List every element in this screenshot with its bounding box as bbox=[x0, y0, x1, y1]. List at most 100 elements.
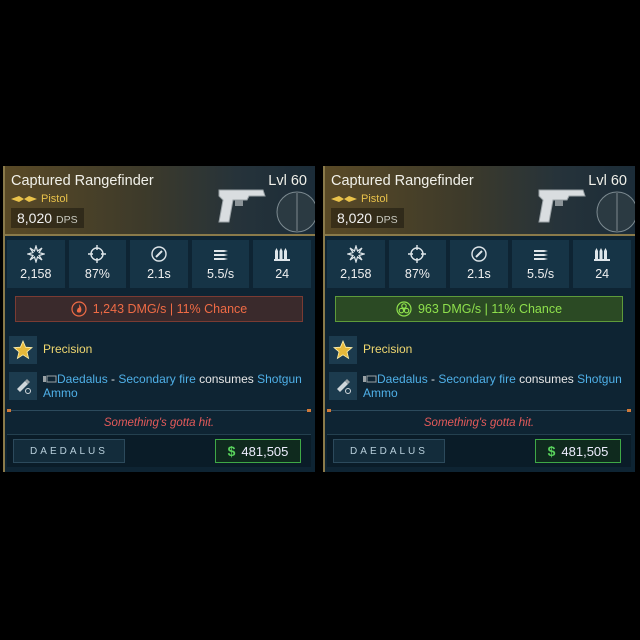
ability-keyword: Secondary fire bbox=[118, 372, 196, 386]
ability-dash: - bbox=[107, 372, 119, 386]
price-tag: $ 481,505 bbox=[535, 439, 621, 463]
manufacturer-glyph-icon bbox=[363, 375, 377, 383]
stat-damage-value: 2,158 bbox=[340, 267, 372, 281]
weapon-type: Pistol bbox=[41, 193, 68, 205]
dps-box: 8,020 DPS bbox=[11, 208, 84, 228]
dps-unit: DPS bbox=[376, 214, 398, 226]
stat-magazine: 24 bbox=[253, 240, 311, 288]
ability-source: Daedalus bbox=[57, 372, 108, 386]
stats-row: 2,158 87% 2.1s 5.5/s 24 bbox=[7, 240, 311, 288]
weapon-name: Captured Rangefinder bbox=[331, 173, 474, 189]
stat-reload: 2.1s bbox=[130, 240, 188, 288]
rarity-row: Pistol bbox=[331, 193, 388, 205]
dps-value: 8,020 bbox=[17, 210, 53, 226]
card-header: Captured Rangefinder Lvl 60 Pistol 8,020… bbox=[323, 166, 635, 236]
card-footer: DAEDALUS $ 481,505 bbox=[7, 434, 311, 467]
stat-fire-rate-value: 5.5/s bbox=[207, 267, 235, 281]
stat-fire-rate-value: 5.5/s bbox=[527, 267, 555, 281]
ability-description: Daedalus - Secondary fire consumes Shotg… bbox=[43, 372, 311, 400]
price-value: 481,505 bbox=[561, 443, 609, 459]
fire-icon bbox=[71, 301, 87, 317]
bullets-icon bbox=[213, 250, 228, 260]
manufacturer-name: DAEDALUS bbox=[350, 445, 428, 457]
stat-magazine-value: 24 bbox=[275, 267, 290, 281]
stat-accuracy: 87% bbox=[68, 240, 127, 288]
damage-burst-icon bbox=[346, 245, 365, 263]
stat-reload-value: 2.1s bbox=[467, 267, 491, 281]
ability-description: Daedalus - Secondary fire consumes Shotg… bbox=[363, 372, 631, 400]
element-bar-corrosive: 963 DMG/s | 11% Chance bbox=[335, 296, 623, 322]
perk-precision[interactable]: Precision bbox=[327, 334, 631, 366]
star-badge-icon bbox=[9, 336, 37, 364]
divider bbox=[7, 409, 311, 412]
bullets-icon bbox=[533, 250, 548, 260]
divider-tick bbox=[327, 409, 331, 412]
flavor-text: Something's gotta hit. bbox=[103, 417, 215, 429]
shotgun-shell-icon bbox=[329, 372, 357, 400]
ability-middle: consumes bbox=[195, 372, 258, 386]
stat-accuracy: 87% bbox=[388, 240, 447, 288]
manufacturer-logo: DAEDALUS bbox=[13, 439, 125, 463]
card-footer: DAEDALUS $ 481,505 bbox=[327, 434, 631, 467]
crosshair-icon bbox=[88, 245, 107, 263]
ability-source: Daedalus bbox=[377, 372, 428, 386]
stat-damage-value: 2,158 bbox=[20, 267, 52, 281]
dps-unit: DPS bbox=[56, 214, 78, 226]
stat-fire-rate: 5.5/s bbox=[191, 240, 250, 288]
price-tag: $ 481,505 bbox=[215, 439, 301, 463]
divider-tick bbox=[307, 409, 311, 412]
ability-dash: - bbox=[427, 372, 439, 386]
currency-symbol: $ bbox=[547, 443, 556, 459]
manufacturer-logo: DAEDALUS bbox=[333, 439, 445, 463]
perk-name: Precision bbox=[43, 342, 93, 356]
currency-symbol: $ bbox=[227, 443, 236, 459]
stat-magazine: 24 bbox=[573, 240, 631, 288]
flavor-text: Something's gotta hit. bbox=[423, 417, 535, 429]
weapon-name: Captured Rangefinder bbox=[11, 173, 154, 189]
stat-fire-rate: 5.5/s bbox=[511, 240, 570, 288]
perk-ability[interactable]: Daedalus - Secondary fire consumes Shotg… bbox=[7, 370, 311, 406]
pistol-art-icon bbox=[218, 189, 315, 233]
stat-reload-value: 2.1s bbox=[147, 267, 171, 281]
reload-icon bbox=[471, 246, 487, 262]
element-bar-fire: 1,243 DMG/s | 11% Chance bbox=[15, 296, 303, 322]
stat-damage: 2,158 bbox=[327, 240, 385, 288]
damage-burst-icon bbox=[26, 245, 45, 263]
star-badge-icon bbox=[329, 336, 357, 364]
ability-middle: consumes bbox=[515, 372, 578, 386]
crosshair-icon bbox=[408, 245, 427, 263]
reload-icon bbox=[151, 246, 167, 262]
divider bbox=[327, 409, 631, 412]
magazine-icon bbox=[274, 248, 291, 261]
stat-magazine-value: 24 bbox=[595, 267, 610, 281]
weapon-card-left[interactable]: Captured Rangefinder Lvl 60 Pistol 8,020… bbox=[3, 166, 315, 472]
shotgun-shell-icon bbox=[9, 372, 37, 400]
card-header: Captured Rangefinder Lvl 60 Pistol 8,020… bbox=[3, 166, 315, 236]
dps-box: 8,020 DPS bbox=[331, 208, 404, 228]
manufacturer-name: DAEDALUS bbox=[30, 445, 108, 457]
biohazard-icon bbox=[396, 301, 412, 317]
price-value: 481,505 bbox=[241, 443, 289, 459]
element-text: 963 DMG/s | 11% Chance bbox=[417, 302, 563, 316]
weapon-card-right[interactable]: Captured Rangefinder Lvl 60 Pistol 8,020… bbox=[323, 166, 635, 472]
perk-precision[interactable]: Precision bbox=[7, 334, 311, 366]
dps-value: 8,020 bbox=[337, 210, 373, 226]
rarity-row: Pistol bbox=[11, 193, 68, 205]
stat-accuracy-value: 87% bbox=[404, 267, 430, 281]
rarity-wings-icon bbox=[331, 196, 357, 202]
stat-reload: 2.1s bbox=[450, 240, 508, 288]
stats-row: 2,158 87% 2.1s 5.5/s 24 bbox=[327, 240, 631, 288]
divider-tick bbox=[7, 409, 11, 412]
stat-accuracy-value: 87% bbox=[84, 267, 110, 281]
rarity-wings-icon bbox=[11, 196, 37, 202]
divider-tick bbox=[627, 409, 631, 412]
magazine-icon bbox=[594, 248, 611, 261]
weapon-type: Pistol bbox=[361, 193, 388, 205]
stat-damage: 2,158 bbox=[7, 240, 65, 288]
pistol-art-icon bbox=[538, 189, 635, 233]
perk-ability[interactable]: Daedalus - Secondary fire consumes Shotg… bbox=[327, 370, 631, 406]
ability-keyword: Secondary fire bbox=[438, 372, 516, 386]
perk-name: Precision bbox=[363, 342, 413, 356]
manufacturer-glyph-icon bbox=[43, 375, 57, 383]
element-text: 1,243 DMG/s | 11% Chance bbox=[92, 302, 248, 316]
